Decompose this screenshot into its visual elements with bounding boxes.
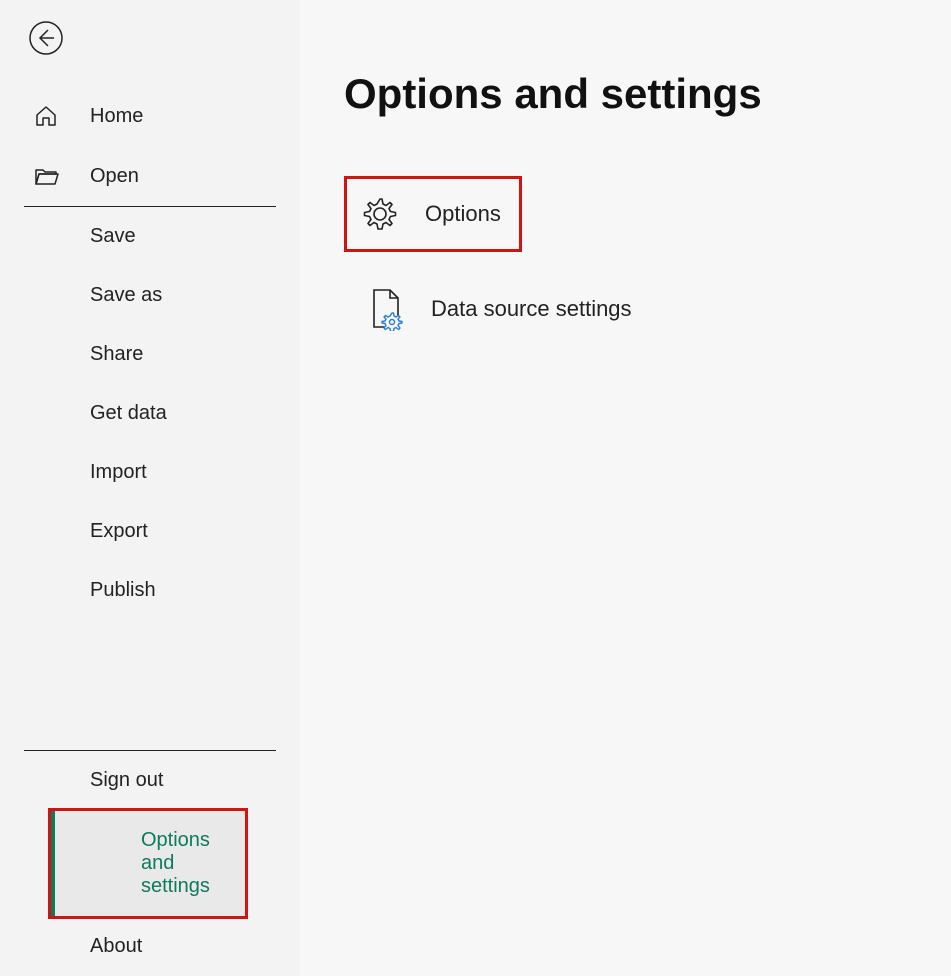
main-content: Options and settings Options [300, 0, 951, 976]
sidebar-item-label: Share [90, 343, 143, 366]
sidebar-item-label: Options and settings [141, 829, 245, 898]
back-button[interactable] [28, 20, 64, 56]
home-icon [34, 104, 64, 128]
sidebar: Home Open Save Save as Share Get data Im… [0, 0, 300, 976]
page-title: Options and settings [344, 70, 907, 118]
file-gear-icon [365, 288, 407, 330]
gear-icon [359, 193, 401, 235]
highlight-annotation: Options and settings [48, 808, 248, 919]
sidebar-item-save-as[interactable]: Save as [0, 266, 300, 325]
sidebar-item-open[interactable]: Open [0, 146, 300, 206]
sidebar-item-label: About [90, 935, 142, 958]
sidebar-item-about[interactable]: About [0, 917, 300, 976]
sidebar-item-import[interactable]: Import [0, 443, 300, 502]
sidebar-item-label: Export [90, 520, 148, 543]
sidebar-item-home[interactable]: Home [0, 86, 300, 146]
sidebar-item-label: Publish [90, 579, 156, 602]
sidebar-item-label: Save [90, 225, 136, 248]
sidebar-item-sign-out[interactable]: Sign out [0, 751, 300, 810]
sidebar-item-label: Get data [90, 402, 167, 425]
option-row-data-source-settings[interactable]: Data source settings [347, 274, 907, 344]
sidebar-item-label: Save as [90, 284, 162, 307]
sidebar-item-label: Import [90, 461, 147, 484]
sidebar-item-label: Open [90, 165, 139, 188]
sidebar-item-share[interactable]: Share [0, 325, 300, 384]
sidebar-item-get-data[interactable]: Get data [0, 384, 300, 443]
arrow-left-circle-icon [28, 20, 64, 56]
option-label: Options [425, 201, 501, 227]
option-row-options[interactable]: Options [359, 193, 501, 235]
sidebar-item-options-and-settings[interactable]: Options and settings [51, 811, 245, 916]
sidebar-item-save[interactable]: Save [0, 207, 300, 266]
sidebar-item-export[interactable]: Export [0, 502, 300, 561]
highlight-annotation: Options [344, 176, 522, 252]
sidebar-item-label: Sign out [90, 769, 163, 792]
option-label: Data source settings [431, 296, 632, 322]
sidebar-item-publish[interactable]: Publish [0, 561, 300, 620]
folder-open-icon [34, 164, 64, 188]
sidebar-item-label: Home [90, 105, 143, 128]
